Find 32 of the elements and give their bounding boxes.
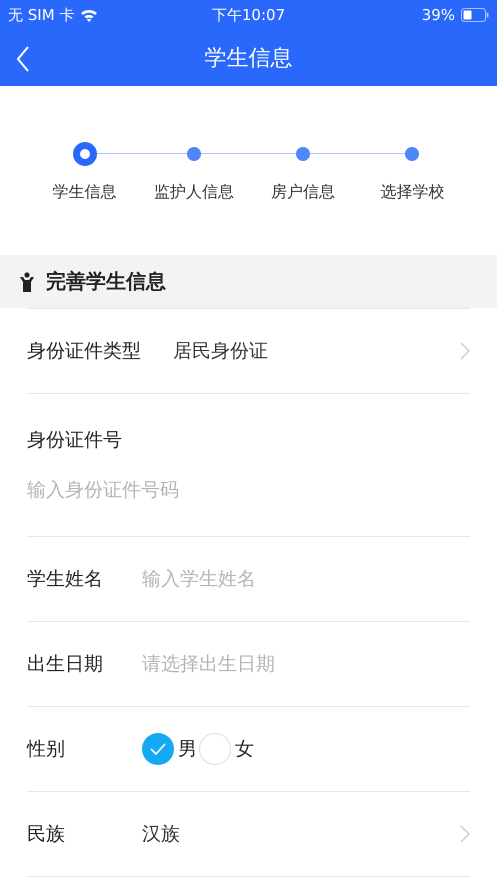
step-label: 房户信息 xyxy=(271,182,336,203)
radio-label: 男 xyxy=(178,737,197,762)
select-row[interactable]: 民族 汉族 xyxy=(27,791,470,876)
input-field[interactable]: 输入身份证件号码 xyxy=(27,477,327,503)
field-value: 居民身份证 xyxy=(173,339,269,364)
clock-text: 下午10:07 xyxy=(212,6,286,24)
person-icon xyxy=(20,272,34,292)
radio-button[interactable] xyxy=(199,733,231,765)
carrier-text: 无 SIM 卡 xyxy=(8,6,74,24)
chevron-right-icon xyxy=(460,342,470,360)
radio-button[interactable] xyxy=(142,733,174,765)
radio-label: 女 xyxy=(235,737,254,762)
battery-text: 39% xyxy=(422,6,455,24)
check-icon xyxy=(150,743,166,755)
field-label: 身份证件号 xyxy=(27,428,123,453)
section-title: 完善学生信息 xyxy=(46,268,166,295)
field-value: 汉族 xyxy=(142,822,181,847)
field-label: 身份证件类型 xyxy=(27,339,142,364)
chevron-right-icon xyxy=(460,825,470,843)
field-label: 性别 xyxy=(27,737,66,762)
field-label: 学生姓名 xyxy=(27,567,104,592)
select-row[interactable]: 身份证件类型 居民身份证 xyxy=(27,308,470,393)
step-label: 监护人信息 xyxy=(154,182,234,203)
wifi-icon xyxy=(80,8,98,22)
input-field[interactable]: 输入学生姓名 xyxy=(142,566,470,592)
field-label: 出生日期 xyxy=(27,652,104,677)
page-title: 学生信息 xyxy=(204,45,292,73)
step-label: 选择学校 xyxy=(380,182,444,203)
step-label: 学生信息 xyxy=(52,182,117,203)
field-label: 民族 xyxy=(27,822,66,847)
input-field[interactable]: 请选择出生日期 xyxy=(142,651,470,677)
battery-icon xyxy=(461,8,489,22)
